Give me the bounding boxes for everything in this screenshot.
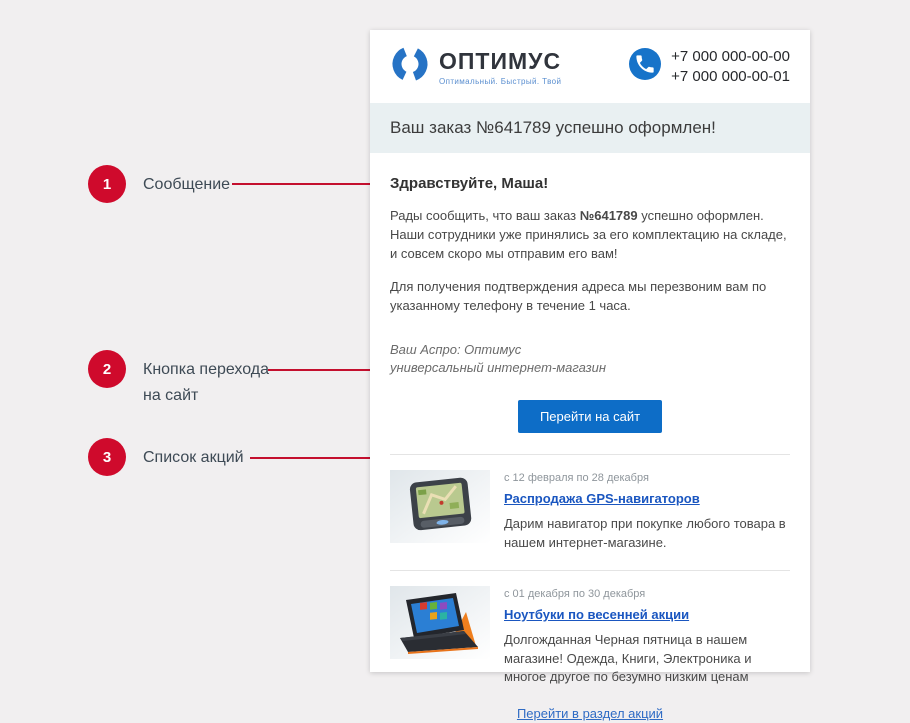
annotation-1-line [232, 183, 375, 185]
promo-title-link-laptops[interactable]: Ноутбуки по весенней акции [504, 607, 689, 622]
phone-number-2: +7 000 000-00-01 [671, 67, 790, 87]
annotation-3-badge: 3 [88, 438, 126, 476]
paragraph-order-start: Рады сообщить, что ваш заказ [390, 208, 580, 223]
annotation-3-line [250, 457, 378, 459]
promo-dates: с 01 декабря по 30 декабря [504, 588, 790, 600]
promo-description: Дарим навигатор при покупке любого товар… [504, 515, 790, 552]
promo-content-laptops: с 01 декабря по 30 декабря Ноутбуки по в… [504, 586, 790, 686]
promo-content-gps: с 12 февраля по 28 декабря Распродажа GP… [504, 470, 790, 552]
signature-line1: Ваш Аспро: Оптимус [390, 341, 790, 360]
brand-tagline: Оптимальный. Быстрый. Твой [439, 77, 561, 86]
annotation-1-label: Сообщение [143, 172, 230, 198]
paragraph-order: Рады сообщить, что ваш заказ №641789 усп… [390, 206, 790, 263]
order-status-text: Ваш заказ №641789 успешно оформлен! [390, 118, 716, 137]
promo-title-link-gps[interactable]: Распродажа GPS-навигаторов [504, 491, 700, 506]
promo-item-laptops: с 01 декабря по 30 декабря Ноутбуки по в… [370, 571, 810, 688]
go-to-site-button[interactable]: Перейти на сайт [518, 400, 662, 433]
signature-line2: универсальный интернет-магазин [390, 359, 790, 378]
footer-row: Перейти в раздел акций [370, 689, 810, 723]
annotation-2-badge: 2 [88, 350, 126, 388]
signature: Ваш Аспро: Оптимус универсальный интерне… [390, 341, 790, 379]
phone-number-1: +7 000 000-00-00 [671, 47, 790, 67]
annotation-2-label: Кнопка перехода на сайт [143, 357, 269, 409]
phone-block: +7 000 000-00-00 +7 000 000-00-01 [628, 47, 790, 87]
annotation-2-label-line1: Кнопка перехода [143, 357, 269, 383]
email-header: ОПТИМУС Оптимальный. Быстрый. Твой +7 00… [370, 30, 810, 103]
cta-row: Перейти на сайт [390, 400, 790, 433]
promos-section-link[interactable]: Перейти в раздел акций [517, 706, 663, 721]
promo-item-gps: с 12 февраля по 28 декабря Распродажа GP… [370, 455, 810, 554]
order-number: №641789 [580, 208, 638, 223]
laptop-image[interactable] [390, 586, 490, 659]
greeting: Здравствуйте, Маша! [390, 175, 790, 192]
order-status-banner: Ваш заказ №641789 успешно оформлен! [370, 103, 810, 153]
brand-text: ОПТИМУС Оптимальный. Быстрый. Твой [439, 48, 561, 86]
email-card: ОПТИМУС Оптимальный. Быстрый. Твой +7 00… [370, 30, 810, 672]
annotation-1-badge: 1 [88, 165, 126, 203]
brand-name: ОПТИМУС [439, 48, 561, 75]
brand: ОПТИМУС Оптимальный. Быстрый. Твой [390, 44, 561, 89]
annotation-2-label-line2: на сайт [143, 383, 269, 409]
promo-description: Долгожданная Черная пятница в нашем мага… [504, 631, 790, 686]
phone-numbers: +7 000 000-00-00 +7 000 000-00-01 [671, 47, 790, 87]
page: { "colors": { "page_bg": "#f1eff0", "acc… [0, 0, 910, 679]
phone-icon [628, 47, 662, 86]
annotation-3-label: Список акций [143, 445, 244, 471]
promo-dates: с 12 февраля по 28 декабря [504, 472, 790, 484]
email-body: Здравствуйте, Маша! Рады сообщить, что в… [370, 175, 810, 433]
paragraph-callback: Для получения подтверждения адреса мы пе… [390, 277, 790, 315]
optimus-logo-icon [390, 44, 430, 89]
gps-navigator-image[interactable] [390, 470, 490, 543]
